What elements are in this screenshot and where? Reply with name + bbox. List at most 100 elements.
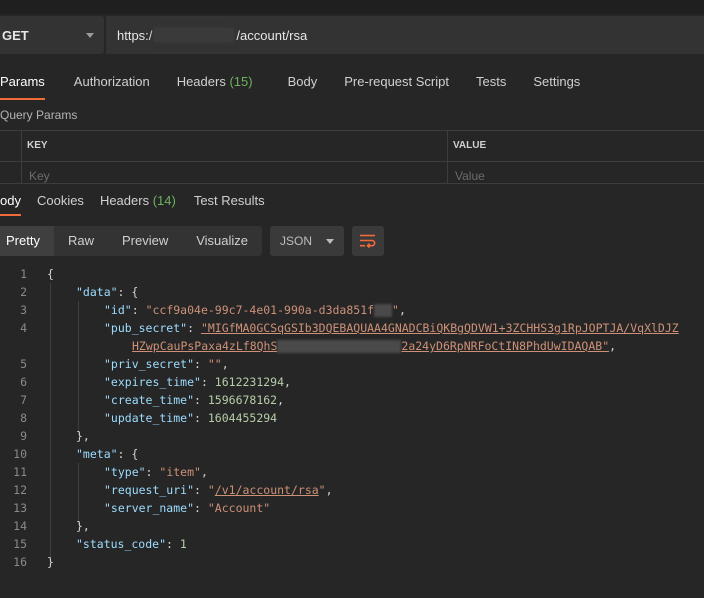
tab-label: Pre-request Script (344, 73, 449, 89)
method-select[interactable]: GET (0, 16, 104, 54)
code-line: }, (76, 429, 90, 443)
url-redacted (154, 28, 235, 42)
divider (0, 183, 704, 184)
tab-settings[interactable]: Settings (533, 74, 580, 89)
view-raw-button[interactable]: Raw (54, 226, 108, 256)
tab-label: Cookies (36, 192, 84, 208)
divider (0, 130, 704, 131)
json-link[interactable]: /v1/account/rsa (215, 483, 319, 497)
wrap-lines-icon (360, 234, 376, 248)
tab-label: Settings (533, 73, 581, 89)
line-number: 10 (13, 447, 27, 461)
tab-tests[interactable]: Tests (476, 74, 506, 89)
indent-guide (50, 283, 51, 567)
json-key: "update_time" (104, 411, 195, 425)
code-line: "priv_secret": "", (104, 357, 229, 371)
key-column-header: KEY (27, 140, 48, 151)
tab-label: Body (287, 73, 318, 89)
punct: , (277, 393, 285, 407)
code-line: "request_uri": "/v1/account/rsa", (104, 483, 333, 497)
brace: }, (76, 519, 90, 533)
json-key: "create_time" (104, 393, 195, 407)
tab-params[interactable]: Params (0, 73, 45, 100)
json-number: 1 (179, 537, 187, 551)
divider (21, 130, 22, 184)
tab-label: Tests (475, 73, 507, 89)
punct: : (187, 321, 201, 335)
code-line: }, (76, 519, 90, 533)
line-number: 12 (13, 483, 27, 497)
brace: } (47, 555, 54, 569)
format-label: JSON (280, 234, 313, 248)
tab-label: Test Results (193, 192, 265, 208)
punct: , (284, 375, 291, 389)
punct: : (194, 501, 208, 515)
window-top-strip (0, 0, 704, 14)
json-string: 2a24yD6RpNRFoCtIN8PhdUwIDAQAB" (401, 339, 610, 353)
line-number: 4 (20, 321, 27, 335)
line-number: 15 (13, 537, 27, 551)
json-key: "request_uri" (104, 483, 195, 497)
line-number: 3 (20, 303, 27, 317)
tab-headers[interactable]: Headers (15) (177, 74, 253, 89)
code-line: "pub_secret": "MIGfMA0GCSqGSIb3DQEBAQUAA… (104, 321, 679, 335)
tab-response-body[interactable]: ody (0, 193, 21, 216)
tab-label: Authorization (73, 73, 150, 89)
tab-body[interactable]: Body (288, 74, 318, 89)
json-string: "Account" (207, 501, 271, 515)
json-key: "expires_time" (104, 375, 201, 389)
tab-authorization[interactable]: Authorization (74, 74, 150, 89)
url-input[interactable]: https:/ /account/rsa (106, 16, 704, 54)
json-key: "type" (104, 465, 146, 479)
divider (0, 161, 704, 162)
code-line: "data": { (76, 285, 138, 299)
line-number: 8 (20, 411, 27, 425)
punct: : (194, 393, 208, 407)
line-number: 5 (20, 357, 27, 371)
divider (447, 130, 448, 184)
url-prefix: https:/ (117, 27, 153, 43)
json-key: "status_code" (76, 537, 167, 551)
response-code-editor[interactable]: 1 2 3 4 5 6 7 8 9 10 11 12 13 14 15 16 {… (0, 265, 704, 585)
headers-count: (15) (229, 73, 253, 89)
tab-response-headers[interactable]: Headers (14) (100, 193, 176, 208)
json-key: "priv_secret" (104, 357, 195, 371)
code-line: "status_code": 1 (76, 537, 187, 551)
tab-test-results[interactable]: Test Results (194, 193, 265, 208)
tab-cookies[interactable]: Cookies (37, 193, 84, 208)
format-select[interactable]: JSON (270, 226, 344, 256)
json-string: " (392, 303, 399, 317)
wrap-lines-button[interactable] (352, 226, 384, 256)
code-line: "type": "item", (104, 465, 208, 479)
line-number: 2 (20, 285, 27, 299)
line-number: 6 (20, 375, 27, 389)
code-line: "server_name": "Account" (104, 501, 270, 515)
json-key: "data" (76, 285, 118, 299)
value-column-header: VALUE (453, 140, 487, 151)
punct: , (398, 303, 406, 317)
line-number: 1 (20, 267, 27, 281)
value-input[interactable]: Value (455, 169, 485, 183)
indent-guide (78, 301, 79, 435)
view-visualize-button[interactable]: Visualize (182, 226, 262, 256)
key-input[interactable]: Key (29, 169, 50, 183)
json-string: "" (207, 357, 222, 371)
redacted (374, 304, 393, 317)
tab-pre-request-script[interactable]: Pre-request Script (344, 74, 449, 89)
brace: { (47, 267, 54, 281)
json-number: 1612231294 (214, 375, 285, 389)
view-preview-button[interactable]: Preview (108, 226, 182, 256)
tab-label: Params (0, 73, 45, 89)
view-pretty-button[interactable]: Pretty (0, 226, 54, 256)
json-key: "server_name" (104, 501, 195, 515)
punct: : { (117, 447, 139, 461)
line-number: 11 (13, 465, 27, 479)
code-line: "meta": { (76, 447, 138, 461)
line-number: 16 (13, 555, 27, 569)
request-tabs: Params Authorization Headers (15) Body P… (0, 64, 607, 100)
line-number: 7 (20, 393, 27, 407)
json-string: " (318, 483, 326, 497)
json-string: HZwpCauPsPaxa4zLf8QhS (132, 339, 278, 353)
punct: , (609, 339, 617, 353)
tab-label: Headers (99, 192, 150, 208)
